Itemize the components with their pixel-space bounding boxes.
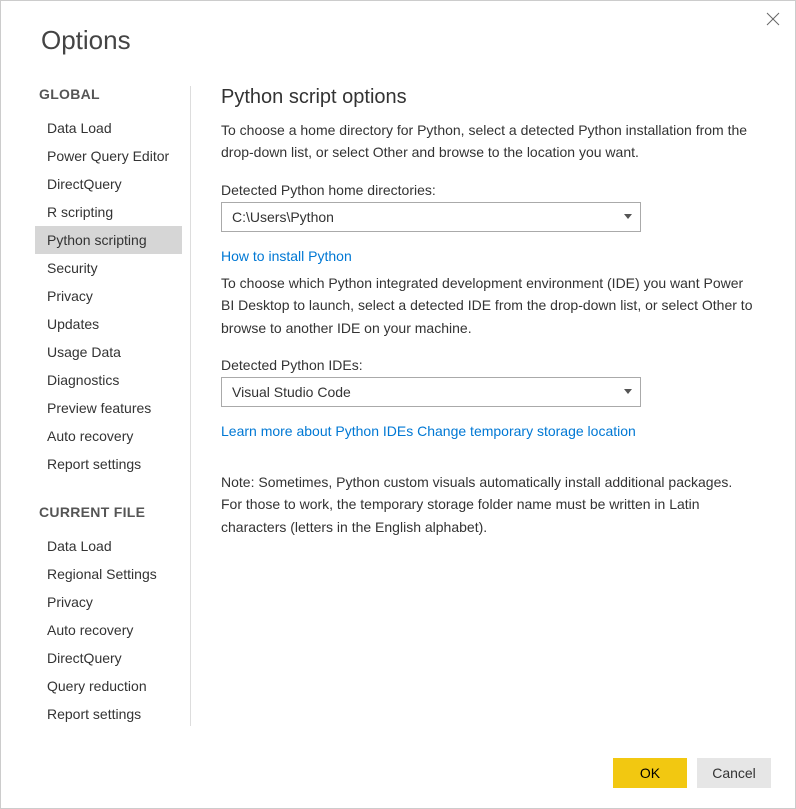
- sidebar-item-privacy[interactable]: Privacy: [37, 588, 190, 616]
- ide-label: Detected Python IDEs:: [221, 357, 755, 373]
- close-icon[interactable]: [765, 11, 781, 27]
- ok-button[interactable]: OK: [613, 758, 687, 788]
- chevron-down-icon: [624, 214, 632, 219]
- sidebar-item-security[interactable]: Security: [37, 254, 190, 282]
- sidebar-item-data-load[interactable]: Data Load: [37, 532, 190, 560]
- chevron-down-icon: [624, 389, 632, 394]
- home-directories-label: Detected Python home directories:: [221, 182, 755, 198]
- sidebar-item-directquery[interactable]: DirectQuery: [37, 644, 190, 672]
- section-header: GLOBAL: [37, 86, 190, 102]
- dialog-footer: OK Cancel: [613, 758, 771, 788]
- ide-value: Visual Studio Code: [232, 384, 351, 400]
- sidebar-item-directquery[interactable]: DirectQuery: [37, 170, 190, 198]
- sidebar-item-updates[interactable]: Updates: [37, 310, 190, 338]
- sidebar-item-preview-features[interactable]: Preview features: [37, 394, 190, 422]
- ide-dropdown[interactable]: Visual Studio Code: [221, 377, 641, 407]
- sidebar-item-diagnostics[interactable]: Diagnostics: [37, 366, 190, 394]
- sidebar-item-query-reduction[interactable]: Query reduction: [37, 672, 190, 700]
- ide-intro-text: To choose which Python integrated develo…: [221, 272, 755, 339]
- cancel-button[interactable]: Cancel: [697, 758, 771, 788]
- sidebar: GLOBALData LoadPower Query EditorDirectQ…: [1, 86, 191, 726]
- section-header: CURRENT FILE: [37, 504, 190, 520]
- sidebar-item-r-scripting[interactable]: R scripting: [37, 198, 190, 226]
- page-title: Python script options: [221, 86, 755, 109]
- intro-text: To choose a home directory for Python, s…: [221, 119, 755, 164]
- sidebar-item-data-load[interactable]: Data Load: [37, 114, 190, 142]
- how-to-install-python-link[interactable]: How to install Python: [221, 248, 352, 264]
- sidebar-item-report-settings[interactable]: Report settings: [37, 450, 190, 478]
- dialog-title: Options: [1, 1, 795, 56]
- sidebar-item-report-settings[interactable]: Report settings: [37, 700, 190, 728]
- sidebar-item-auto-recovery[interactable]: Auto recovery: [37, 616, 190, 644]
- sidebar-item-auto-recovery[interactable]: Auto recovery: [37, 422, 190, 450]
- sidebar-item-python-scripting[interactable]: Python scripting: [35, 226, 182, 254]
- change-storage-location-link[interactable]: Change temporary storage location: [417, 423, 636, 439]
- sidebar-item-privacy[interactable]: Privacy: [37, 282, 190, 310]
- main-panel: Python script options To choose a home d…: [191, 86, 795, 726]
- home-directories-value: C:\Users\Python: [232, 209, 334, 225]
- home-directories-dropdown[interactable]: C:\Users\Python: [221, 202, 641, 232]
- sidebar-item-usage-data[interactable]: Usage Data: [37, 338, 190, 366]
- sidebar-item-power-query-editor[interactable]: Power Query Editor: [37, 142, 190, 170]
- storage-note: Note: Sometimes, Python custom visuals a…: [221, 471, 755, 538]
- learn-more-ides-link[interactable]: Learn more about Python IDEs: [221, 423, 413, 439]
- sidebar-item-regional-settings[interactable]: Regional Settings: [37, 560, 190, 588]
